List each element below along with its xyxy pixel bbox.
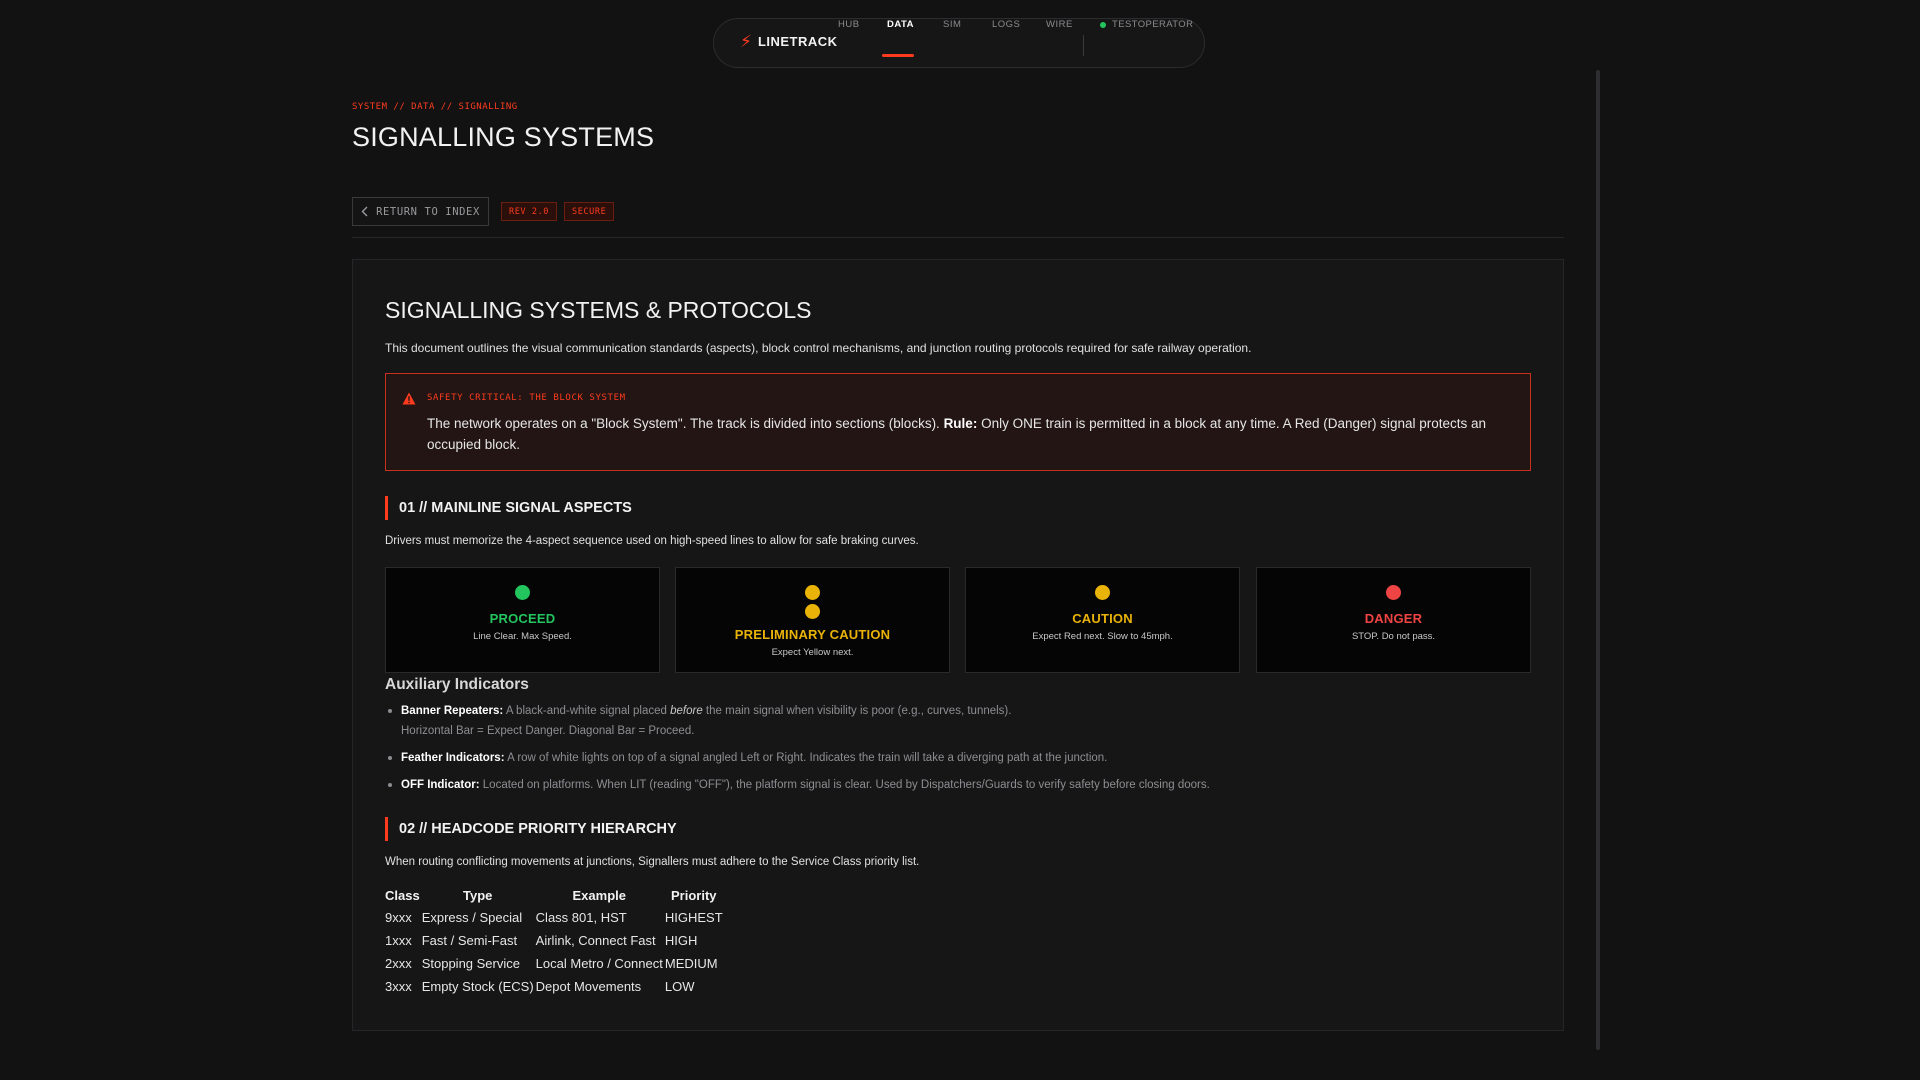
table-cell: 3xxx: [385, 979, 412, 994]
alert-text-part: The network operates on a "Block System"…: [427, 416, 944, 431]
table-cell: 9xxx: [385, 910, 412, 925]
table-cell: 2xxx: [385, 956, 412, 971]
secure-badge: SECURE: [564, 202, 615, 221]
brand[interactable]: ⚡ LINETRACK: [740, 33, 838, 50]
item-emphasis: before: [670, 705, 703, 717]
user-status[interactable]: TESTOPERATOR: [1100, 19, 1193, 30]
column-header: Priority: [671, 887, 717, 903]
table-cell: Local Metro / Connect: [535, 956, 663, 971]
red-signal-lamp-icon: [1386, 585, 1401, 600]
list-item: Feather Indicators: A row of white light…: [385, 748, 1525, 768]
yellow-signal-lamp-icon: [1095, 585, 1110, 600]
item-label: Banner Repeaters:: [401, 705, 504, 717]
aspect-description: Expect Yellow next.: [771, 647, 854, 658]
aspect-description: Expect Red next. Slow to 45mph.: [1032, 631, 1173, 642]
yellow-signal-lamp-icon: [805, 585, 820, 600]
table-row: 9xxx Express / Special Class 801, HST HI…: [384, 906, 724, 929]
aspect-name: DANGER: [1364, 611, 1423, 626]
online-status-icon: [1100, 21, 1106, 28]
item-label: OFF Indicator:: [401, 779, 480, 791]
header-divider: [352, 237, 1564, 238]
table-cell: Airlink, Connect Fast: [535, 933, 656, 948]
active-tab-indicator: [882, 54, 914, 57]
nav-item-wire[interactable]: WIRE: [1046, 19, 1073, 30]
table-cell: Fast / Semi-Fast: [421, 933, 518, 948]
item-label: Feather Indicators:: [401, 752, 505, 764]
auxiliary-indicators-heading: Auxiliary Indicators: [385, 676, 529, 693]
table-row: 1xxx Fast / Semi-Fast Airlink, Connect F…: [384, 929, 724, 952]
table-cell: Express / Special: [421, 910, 523, 925]
document-intro: This document outlines the visual commun…: [385, 341, 1252, 355]
nav-item-data[interactable]: DATA: [887, 19, 914, 30]
table-cell: 1xxx: [385, 933, 412, 948]
table-cell: Empty Stock (ECS): [421, 979, 534, 994]
aspect-description: Line Clear. Max Speed.: [473, 631, 572, 642]
item-text: Horizontal Bar = Expect Danger. Diagonal…: [401, 725, 695, 737]
scrollbar[interactable]: [1596, 70, 1600, 1050]
item-text: A black-and-white signal placed: [503, 705, 671, 717]
username: TESTOPERATOR: [1112, 19, 1194, 30]
table-cell: LOW: [664, 979, 695, 994]
table-row: 3xxx Empty Stock (ECS) Depot Movements L…: [384, 975, 724, 998]
section-heading-headcode-priority: 02 // HEADCODE PRIORITY HIERARCHY: [385, 817, 677, 841]
aspect-card-preliminary-caution: PRELIMINARY CAUTION Expect Yellow next.: [675, 567, 950, 673]
return-to-index-button[interactable]: RETURN TO INDEX: [352, 197, 489, 226]
table-cell: Depot Movements: [535, 979, 642, 994]
return-to-index-label: RETURN TO INDEX: [376, 205, 480, 218]
safety-alert: SAFETY CRITICAL: THE BLOCK SYSTEM The ne…: [385, 373, 1531, 471]
auxiliary-indicators-list: Banner Repeaters: A black-and-white sign…: [385, 701, 1525, 802]
aspect-name: PRELIMINARY CAUTION: [734, 627, 891, 642]
table-header-row: Class Type Example Priority: [384, 884, 724, 906]
aspect-name: CAUTION: [1072, 611, 1133, 626]
headcode-priority-table: Class Type Example Priority 9xxx Express…: [384, 884, 724, 998]
aspect-card-danger: DANGER STOP. Do not pass.: [1256, 567, 1531, 673]
table-cell: Stopping Service: [421, 956, 520, 971]
nav-item-sim[interactable]: SIM: [943, 19, 961, 30]
signal-aspects: PROCEED Line Clear. Max Speed. PRELIMINA…: [385, 567, 1531, 673]
table-row: 2xxx Stopping Service Local Metro / Conn…: [384, 952, 724, 975]
breadcrumb: SYSTEM // DATA // SIGNALLING: [352, 102, 518, 112]
list-item: Banner Repeaters: A black-and-white sign…: [385, 701, 1525, 741]
aspect-name: PROCEED: [489, 611, 556, 626]
item-text: A row of white lights on top of a signal…: [504, 752, 1108, 764]
page-title: SIGNALLING SYSTEMS: [352, 122, 655, 152]
rule-label: Rule:: [943, 416, 978, 431]
document-card: SIGNALLING SYSTEMS & PROTOCOLS This docu…: [352, 259, 1564, 1031]
section-heading-signal-aspects: 01 // MAINLINE SIGNAL ASPECTS: [385, 496, 632, 520]
aspect-card-caution: CAUTION Expect Red next. Slow to 45mph.: [965, 567, 1240, 673]
aspect-card-proceed: PROCEED Line Clear. Max Speed.: [385, 567, 660, 673]
nav-divider: [1083, 35, 1084, 56]
warning-icon: [402, 392, 416, 405]
table-cell: Class 801, HST: [535, 910, 627, 925]
green-signal-lamp-icon: [515, 585, 530, 600]
alert-label: SAFETY CRITICAL: THE BLOCK SYSTEM: [427, 393, 626, 403]
column-header: Class: [385, 887, 420, 903]
column-header: Example: [572, 887, 626, 903]
lightning-bolt-icon: ⚡: [740, 32, 752, 51]
section-description: When routing conflicting movements at ju…: [385, 856, 920, 868]
table-cell: MEDIUM: [664, 956, 718, 971]
table-cell: HIGHEST: [664, 910, 723, 925]
yellow-signal-lamp-icon: [805, 604, 820, 619]
aspect-description: STOP. Do not pass.: [1351, 631, 1436, 642]
document-title: SIGNALLING SYSTEMS & PROTOCOLS: [385, 297, 812, 323]
list-item: OFF Indicator: Located on platforms. Whe…: [385, 775, 1525, 795]
nav-item-hub[interactable]: HUB: [838, 19, 860, 30]
chevron-left-icon: [361, 206, 368, 217]
table-cell: HIGH: [664, 933, 698, 948]
section-description: Drivers must memorize the 4-aspect seque…: [385, 535, 919, 547]
nav-item-logs[interactable]: LOGS: [992, 19, 1020, 30]
item-text: the main signal when visibility is poor …: [702, 705, 1012, 717]
column-header: Type: [462, 887, 493, 903]
revision-badge: REV 2.0: [501, 202, 558, 221]
item-text: Located on platforms. When LIT (reading …: [479, 779, 1210, 791]
alert-text: The network operates on a "Block System"…: [427, 413, 1517, 455]
brand-name: LINETRACK: [757, 34, 838, 49]
